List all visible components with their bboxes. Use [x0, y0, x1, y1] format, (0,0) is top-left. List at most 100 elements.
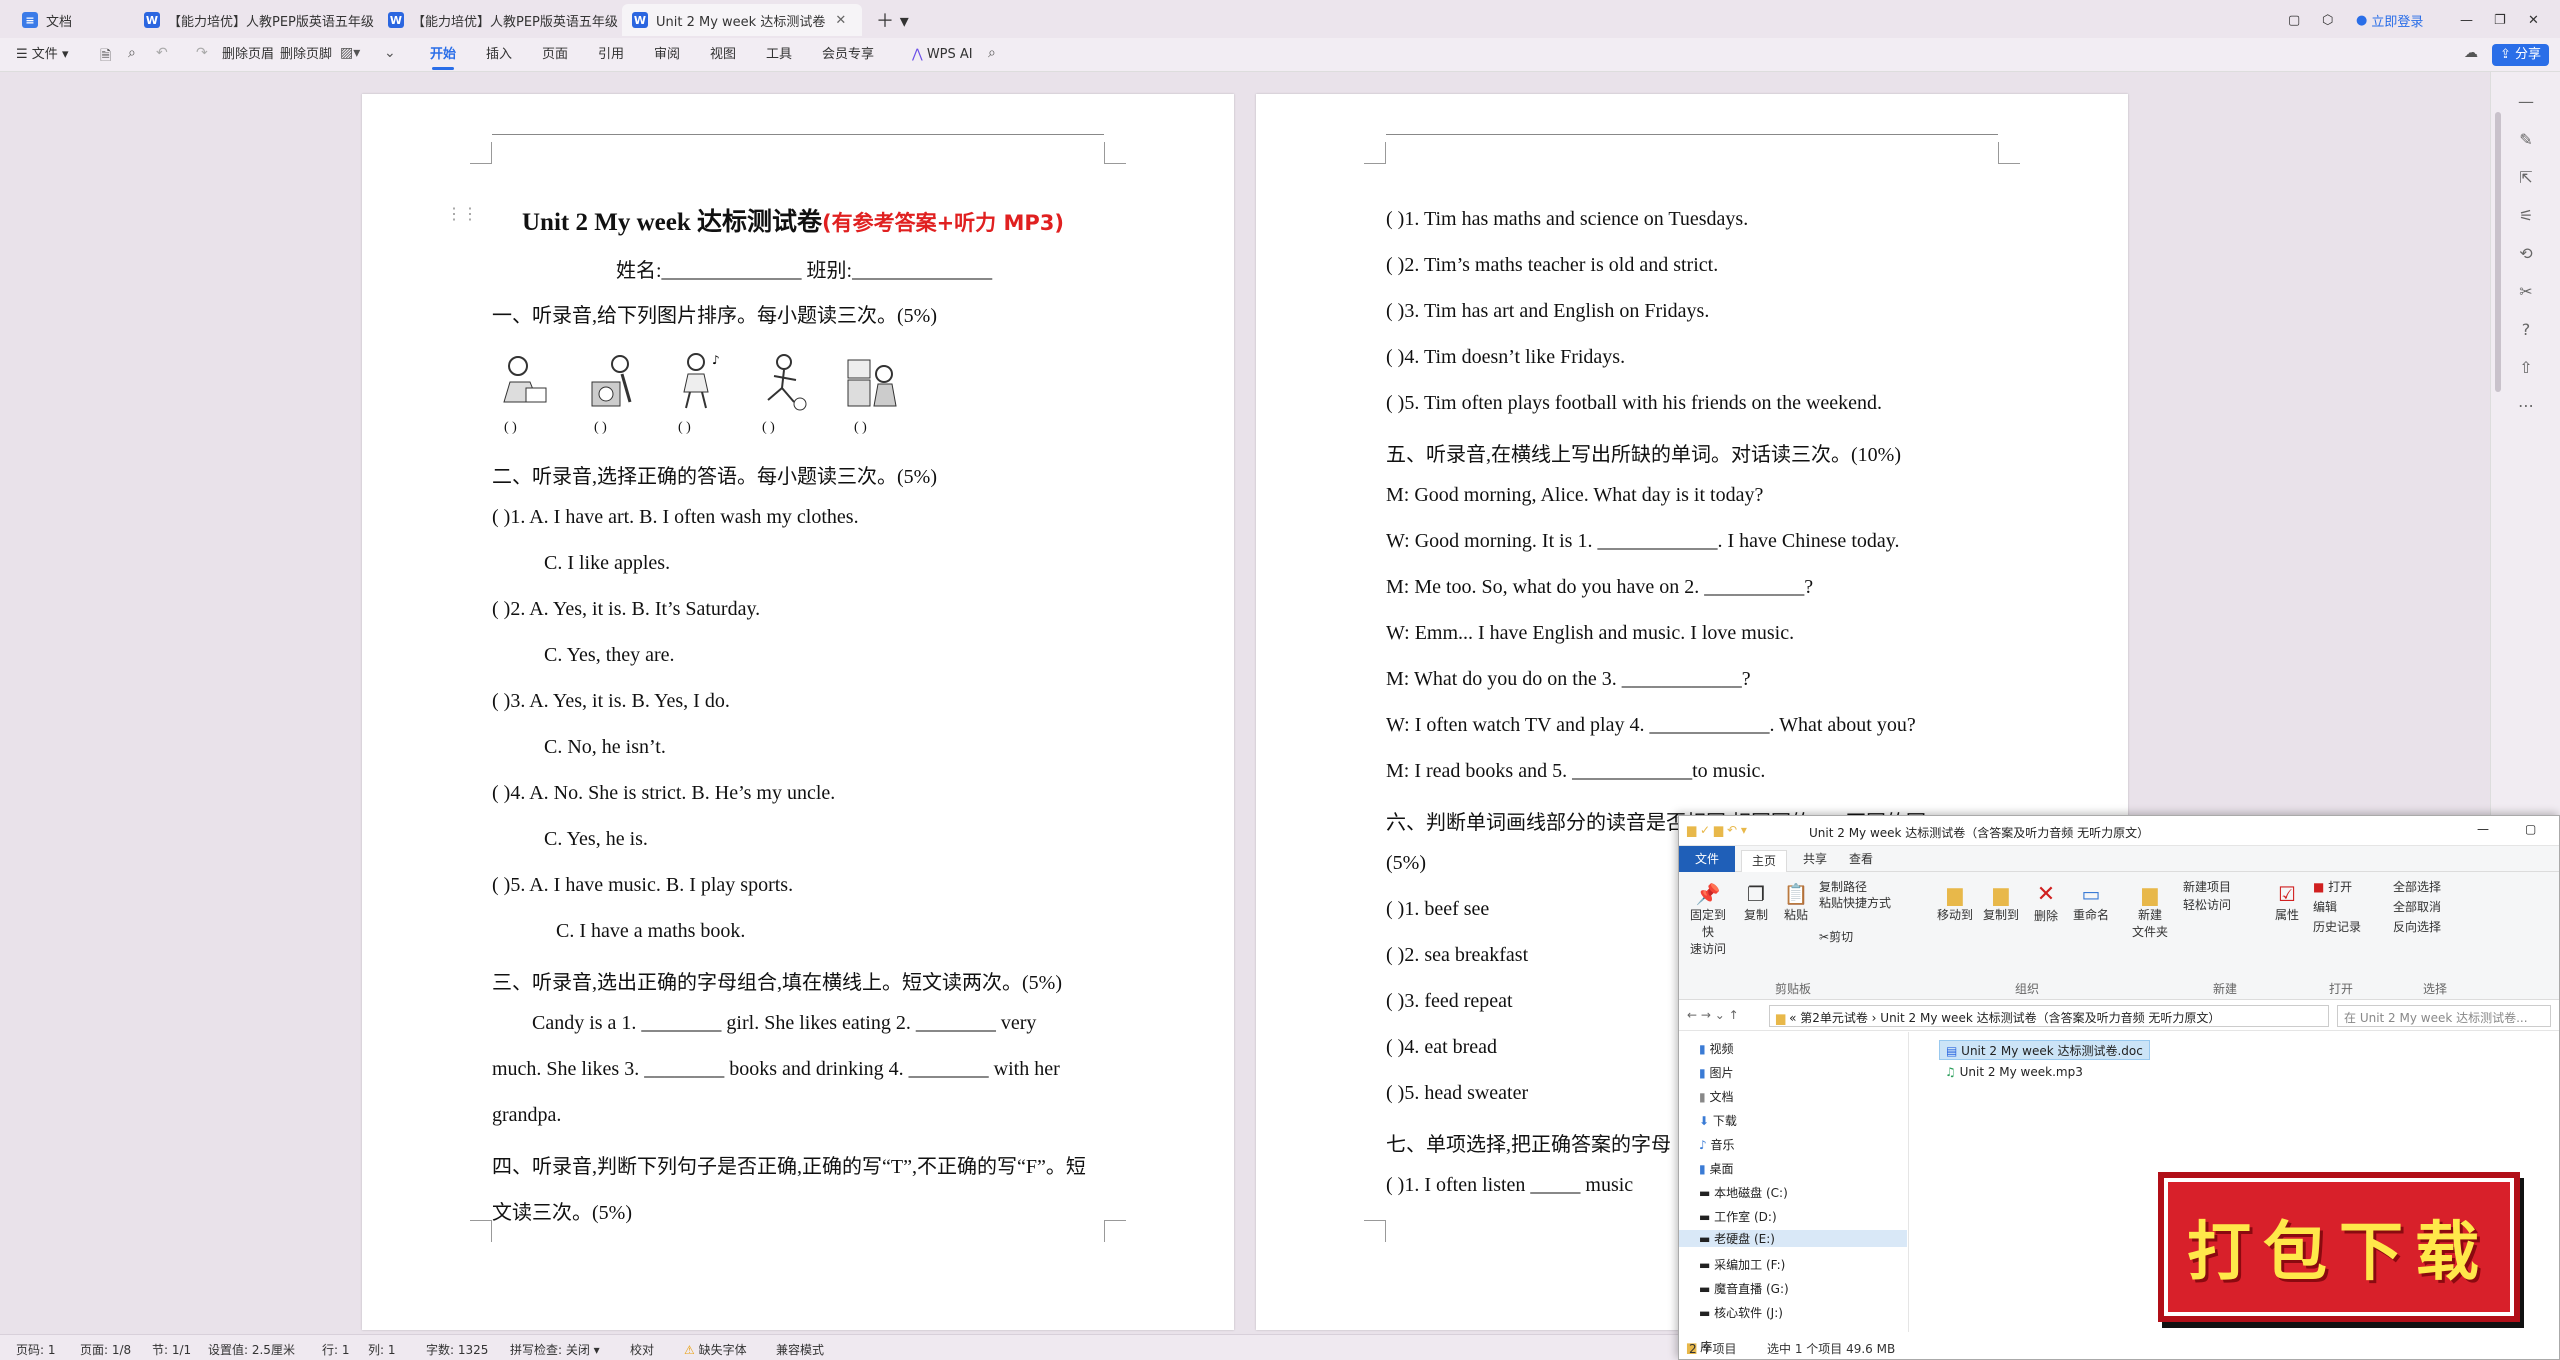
answer-bracket[interactable]: ( ): [762, 420, 775, 436]
delete-button[interactable]: ✕ 删除: [2029, 882, 2063, 924]
wps-ai-button[interactable]: ⋀ WPS AI: [912, 44, 973, 66]
tools-icon[interactable]: ✂: [2514, 282, 2538, 306]
nav-item-pictures[interactable]: ▮ 图片: [1699, 1064, 1733, 1081]
tab-view[interactable]: 视图: [710, 44, 736, 66]
select-none-button[interactable]: 全部取消: [2393, 898, 2441, 915]
tab-view[interactable]: 查看: [1849, 850, 1873, 867]
copy-path-button[interactable]: 复制路径: [1819, 878, 1867, 895]
chevron-down-icon[interactable]: ⌄: [384, 45, 396, 61]
tab-share[interactable]: 共享: [1803, 850, 1827, 867]
nav-item-drive-j[interactable]: ▬ 核心软件 (J:): [1699, 1304, 1783, 1321]
nav-item-videos[interactable]: ▮ 视频: [1699, 1040, 1733, 1057]
nav-item-drive-f[interactable]: ▬ 采编加工 (F:): [1699, 1256, 1785, 1273]
tab-insert[interactable]: 插入: [486, 44, 512, 66]
tab-doc-active[interactable]: W Unit 2 My week 达标测试卷 ✕: [622, 4, 862, 36]
nav-item-drive-c[interactable]: ▬ 本地磁盘 (C:): [1699, 1184, 1788, 1201]
login-button[interactable]: ● 立即登录: [2346, 4, 2446, 36]
paste-shortcut-button[interactable]: 粘贴快捷方式: [1819, 894, 1891, 911]
rename-button[interactable]: ▭ 重命名: [2069, 882, 2113, 923]
delete-header-button[interactable]: 删除页眉: [222, 44, 274, 66]
share-button[interactable]: ⇪ 分享: [2492, 44, 2550, 66]
cloud-icon[interactable]: ☁: [2464, 45, 2478, 61]
restore-button[interactable]: ❐: [2484, 4, 2514, 36]
window-layout-icon[interactable]: ▢: [2278, 4, 2308, 36]
group-label: 剪贴板: [1775, 982, 1812, 996]
select-icon[interactable]: ⇱: [2514, 168, 2538, 192]
cube-icon[interactable]: ⬡: [2312, 4, 2342, 36]
pin-button[interactable]: 📌 固定到快 速访问: [1685, 882, 1731, 957]
tab-doc-2[interactable]: W 【能力培优】人教PEP版英语五年级上: [378, 4, 618, 36]
page-setup-icon[interactable]: ▨▾: [340, 45, 360, 61]
share-icon[interactable]: ⇧: [2514, 358, 2538, 382]
nav-item-drive-d[interactable]: ▬ 工作室 (D:): [1699, 1208, 1777, 1225]
select-all-button[interactable]: 全部选择: [2393, 878, 2441, 895]
tab-home[interactable]: 开始: [430, 44, 456, 70]
nav-arrows[interactable]: ← → ⌄ ↑: [1687, 1008, 1739, 1022]
redo-icon[interactable]: ↷: [196, 45, 208, 61]
proofread-button[interactable]: 校对: [630, 1341, 654, 1358]
scrollbar-thumb[interactable]: [2495, 112, 2501, 392]
minimize-button[interactable]: —: [2477, 822, 2489, 836]
nav-item-documents[interactable]: ▮ 文档: [1699, 1088, 1733, 1105]
file-item-doc[interactable]: ▤ Unit 2 My week 达标测试卷.doc: [1939, 1040, 2150, 1060]
answer-bracket[interactable]: ( ): [854, 420, 867, 436]
minimize-button[interactable]: —: [2450, 4, 2480, 36]
invert-selection-button[interactable]: 反向选择: [2393, 918, 2441, 935]
tab-review[interactable]: 审阅: [654, 44, 680, 66]
move-to-button[interactable]: ▆ 移动到: [1933, 882, 1977, 923]
edit-button[interactable]: 编辑: [2313, 898, 2337, 915]
document-page-1[interactable]: ⋮⋮ Unit 2 My week 达标测试卷(有参考答案+听力 MP3) 姓名…: [362, 94, 1234, 1330]
download-package-banner[interactable]: 打包下载: [2158, 1172, 2520, 1322]
tab-references[interactable]: 引用: [598, 44, 624, 66]
copy-button[interactable]: ❐ 复制: [1739, 882, 1773, 923]
answer-bracket[interactable]: ( ): [504, 420, 517, 436]
more-icon[interactable]: ⋯: [2514, 396, 2538, 420]
tab-docs-home[interactable]: ≡ 文档: [12, 4, 132, 36]
properties-button[interactable]: ☑ 属性: [2267, 882, 2307, 923]
tab-member[interactable]: 会员专享: [822, 44, 874, 66]
file-menu[interactable]: ☰ 文件 ▾: [16, 44, 68, 66]
answer-bracket[interactable]: ( ): [678, 420, 691, 436]
tab-home[interactable]: 主页: [1741, 850, 1788, 872]
nav-item-desktop[interactable]: ▮ 桌面: [1699, 1160, 1733, 1177]
word-count[interactable]: 字数: 1325: [426, 1341, 488, 1358]
address-path[interactable]: ▆ « 第2单元试卷 › Unit 2 My week 达标测试卷（含答案及听力…: [1769, 1005, 2329, 1027]
paste-button[interactable]: 📋 粘贴: [1779, 882, 1813, 923]
nav-item-drive-e[interactable]: ▬ 老硬盘 (E:): [1679, 1230, 1907, 1247]
new-tab-button[interactable]: ＋ ▾: [866, 4, 916, 36]
nav-item-music[interactable]: ♪ 音乐: [1699, 1136, 1735, 1153]
tab-doc-1[interactable]: W 【能力培优】人教PEP版英语五年级上: [134, 4, 374, 36]
new-item-button[interactable]: 新建项目: [2183, 878, 2231, 895]
close-window-button[interactable]: ✕: [2518, 4, 2548, 36]
nav-item-downloads[interactable]: ⬇ 下载: [1699, 1112, 1737, 1129]
search-input[interactable]: 在 Unit 2 My week 达标测试卷...: [2337, 1005, 2551, 1027]
nav-item-drive-g[interactable]: ▬ 魔音直播 (G:): [1699, 1280, 1789, 1297]
answer-bracket[interactable]: ( ): [594, 420, 607, 436]
format-painter-icon[interactable]: ⌕: [128, 45, 136, 61]
easy-access-button[interactable]: 轻松访问: [2183, 896, 2231, 913]
spell-check[interactable]: 拼写检查: 关闭 ▾: [510, 1341, 600, 1358]
close-icon[interactable]: ✕: [835, 13, 846, 28]
tab-file[interactable]: 文件: [1679, 846, 1735, 872]
drag-handle-icon[interactable]: ⋮⋮: [446, 204, 478, 224]
open-button[interactable]: ■ 打开: [2313, 878, 2352, 895]
cut-button[interactable]: ✂剪切: [1819, 928, 1853, 945]
page-count[interactable]: 页面: 1/8: [80, 1341, 131, 1358]
edit-icon[interactable]: ✎: [2514, 130, 2538, 154]
delete-footer-button[interactable]: 删除页脚: [280, 44, 332, 66]
search-icon[interactable]: ⌕: [988, 45, 996, 61]
tab-page[interactable]: 页面: [542, 44, 568, 66]
translate-icon[interactable]: ⟲: [2514, 244, 2538, 268]
tab-tools[interactable]: 工具: [766, 44, 792, 66]
help-icon[interactable]: ?: [2514, 320, 2538, 344]
history-button[interactable]: 历史记录: [2313, 918, 2361, 935]
undo-icon[interactable]: ↶: [156, 45, 168, 61]
settings-icon[interactable]: ⚟: [2514, 206, 2538, 230]
save-icon[interactable]: 🗎: [100, 45, 111, 69]
file-item-mp3[interactable]: ♫ Unit 2 My week.mp3: [1939, 1062, 2089, 1082]
missing-fonts[interactable]: ⚠ 缺失字体: [684, 1341, 747, 1358]
new-folder-button[interactable]: ▆ 新建 文件夹: [2125, 882, 2175, 940]
collapse-icon[interactable]: —: [2514, 92, 2538, 116]
maximize-button[interactable]: ▢: [2525, 822, 2536, 836]
copy-to-button[interactable]: ▆ 复制到: [1979, 882, 2023, 923]
